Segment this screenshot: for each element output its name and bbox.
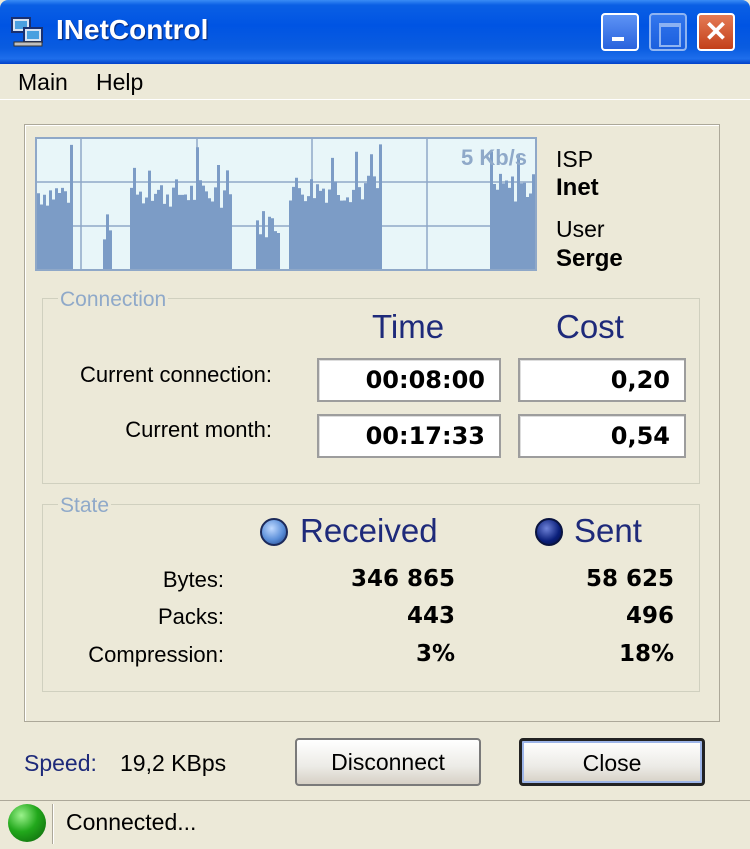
isp-label: ISP xyxy=(556,146,594,172)
speed-label: Speed: xyxy=(24,750,97,776)
connection-status-led-icon xyxy=(8,804,46,842)
connection-group-title: Connection xyxy=(58,288,169,312)
status-text: Connected... xyxy=(66,809,197,835)
current-connection-cost: 0,20 xyxy=(518,358,686,402)
close-window-button[interactable]: ✕ xyxy=(697,13,735,51)
compression-received: 3% xyxy=(415,641,455,667)
state-group-title: State xyxy=(58,494,112,518)
time-column-header: Time xyxy=(372,308,445,345)
current-month-cost: 0,54 xyxy=(518,414,686,458)
maximize-button xyxy=(649,13,687,51)
menu-bar: Main Help xyxy=(0,64,750,100)
network-computer-icon xyxy=(10,16,46,48)
title-bar[interactable]: INetControl ✕ xyxy=(0,0,750,64)
sent-header: Sent xyxy=(574,512,642,549)
close-button[interactable]: Close xyxy=(519,738,705,786)
graph-rate-label: 5 Kb/s xyxy=(460,145,527,170)
user-label: User xyxy=(556,216,605,242)
current-month-time: 00:17:33 xyxy=(317,414,501,458)
menu-main[interactable]: Main xyxy=(18,69,68,96)
current-month-label: Current month: xyxy=(125,417,272,442)
user-value: Serge xyxy=(556,245,623,272)
cost-column-header: Cost xyxy=(556,308,624,345)
packs-received: 443 xyxy=(406,603,455,629)
bytes-label: Bytes: xyxy=(162,567,224,592)
speed-value: 19,2 KBps xyxy=(120,750,227,776)
received-indicator-icon xyxy=(260,518,288,546)
close-icon: ✕ xyxy=(704,16,728,47)
menu-help[interactable]: Help xyxy=(96,69,143,96)
received-header: Received xyxy=(300,512,438,549)
isp-value: Inet xyxy=(556,174,599,201)
current-connection-label: Current connection: xyxy=(80,362,272,387)
current-connection-time: 00:08:00 xyxy=(317,358,501,402)
traffic-graph: 5 Kb/s xyxy=(35,137,537,271)
compression-sent: 18% xyxy=(618,641,674,667)
disconnect-button[interactable]: Disconnect xyxy=(295,738,481,786)
packs-label: Packs: xyxy=(157,604,224,629)
sent-indicator-icon xyxy=(535,518,563,546)
window-title: INetControl xyxy=(56,14,209,45)
packs-sent: 496 xyxy=(625,603,674,629)
status-separator xyxy=(52,804,54,844)
compression-label: Compression: xyxy=(88,642,224,667)
bytes-received: 346 865 xyxy=(350,566,455,592)
bytes-sent: 58 625 xyxy=(585,566,674,592)
minimize-button[interactable] xyxy=(601,13,639,51)
